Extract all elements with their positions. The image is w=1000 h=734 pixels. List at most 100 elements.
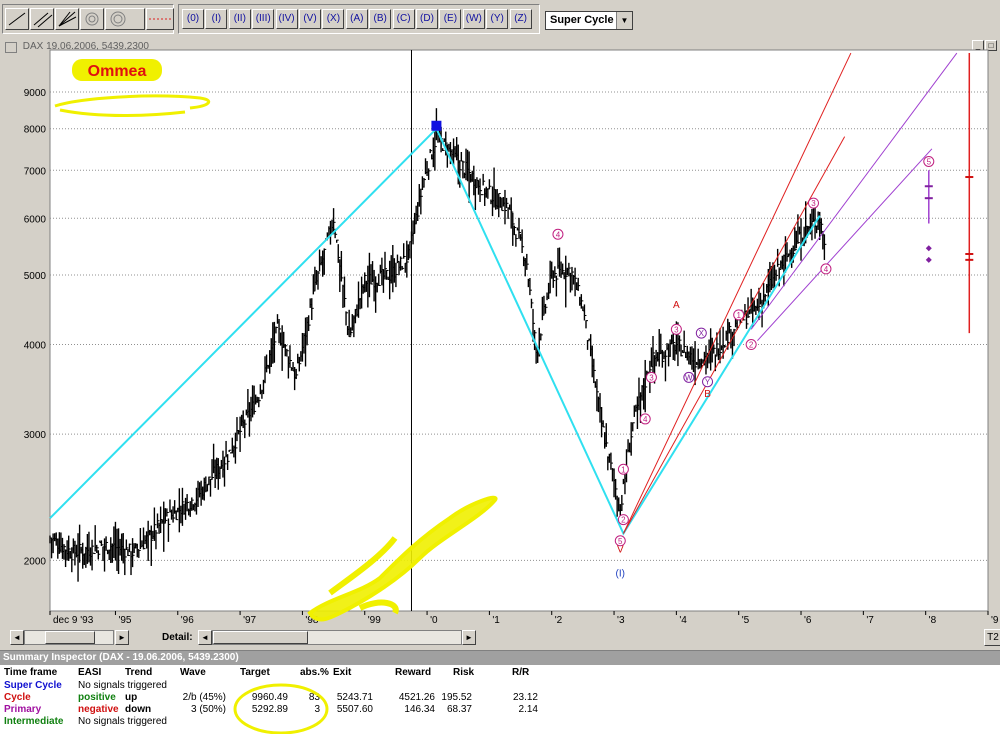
- spiral-icon: [110, 11, 126, 27]
- summary-cell-risk: 68.37: [446, 704, 472, 715]
- t2-button[interactable]: T2: [984, 629, 1000, 646]
- wave-label-text: 4: [643, 415, 648, 424]
- summary-cell-target: 9960.49: [251, 692, 288, 703]
- summary-header: Exit: [333, 667, 352, 678]
- summary-cell-rr: 23.12: [512, 692, 538, 703]
- price-chart[interactable]: 2000 3000 4000 5000 6000 7000 8000 9000 dec 9 '9…: [0, 38, 1000, 628]
- time-scrollbar-thumb[interactable]: [45, 631, 95, 644]
- summary-header: Wave: [180, 667, 206, 678]
- summary-header: Time frame: [4, 667, 58, 678]
- y-tick-label: 6000: [24, 214, 47, 225]
- x-tick-label: '3: [617, 615, 625, 626]
- wave-label-text: Y: [705, 378, 711, 387]
- x-tick-label: '97: [243, 615, 256, 626]
- summary-inspector-title: Summary Inspector (DAX - 19.06.2006, 543…: [0, 651, 1000, 665]
- timeframe-select[interactable]: Super Cycle ▼: [545, 11, 633, 30]
- scroll-row: ◄ ► Detail: ◄ ► T2: [0, 628, 1000, 646]
- wave-button-12[interactable]: (W): [462, 9, 485, 29]
- summary-cell-wave: 3 (50%): [190, 704, 226, 715]
- wave-button-5[interactable]: (V): [299, 9, 321, 29]
- wave-button-9[interactable]: (C): [392, 9, 415, 29]
- summary-cell-timeframe: Super Cycle: [4, 680, 62, 691]
- x-tick-label: '95: [118, 615, 131, 626]
- fan-icon: [58, 11, 77, 27]
- parallel-lines-tool-button[interactable]: [30, 8, 54, 30]
- wave-button-7[interactable]: (A): [345, 9, 368, 29]
- toolbar: (0) (I) (II) (III) (IV) (V) (X) (A) (B) (C) (D) (E)…: [0, 0, 1000, 39]
- wave-text-label: B: [704, 389, 711, 400]
- spiral-tool-button[interactable]: [105, 8, 145, 30]
- annotation-text: Ommea: [88, 63, 147, 80]
- wave-label-text: 4: [824, 265, 829, 274]
- wave-button-0[interactable]: (0): [182, 9, 204, 29]
- x-tick-label: dec 9 '93: [53, 615, 94, 626]
- summary-cell-easi: No signals triggered: [78, 680, 167, 691]
- fan-tool-button[interactable]: [55, 8, 79, 30]
- dotted-line-tool-button[interactable]: [146, 8, 174, 30]
- detail-scrollbar-thumb[interactable]: [213, 631, 308, 644]
- wave-label-text: 3: [811, 199, 816, 208]
- summary-cell-risk: 195.52: [441, 692, 472, 703]
- wave-label-text: 4: [556, 230, 561, 239]
- wave-button-6[interactable]: (X): [322, 9, 345, 29]
- wave-button-8[interactable]: (B): [369, 9, 392, 29]
- x-tick-label: '0: [430, 615, 438, 626]
- summary-inspector: Summary Inspector (DAX - 19.06.2006, 543…: [0, 650, 1000, 734]
- circle-tool-button[interactable]: [80, 8, 104, 30]
- detail-right-arrow[interactable]: ►: [462, 630, 476, 645]
- x-tick-label: '5: [742, 615, 750, 626]
- y-tick-label: 5000: [24, 271, 47, 282]
- x-tick-label: '1: [492, 615, 500, 626]
- dotted-line-icon: [149, 18, 171, 20]
- summary-header: R/R: [512, 667, 530, 678]
- top-marker[interactable]: [431, 120, 442, 131]
- summary-cell-timeframe: Intermediate: [4, 716, 64, 727]
- summary-cell-wave: 2/b (45%): [182, 692, 226, 703]
- scroll-right-arrow[interactable]: ►: [115, 630, 129, 645]
- summary-cell-rr: 2.14: [518, 704, 538, 715]
- summary-cell-abs: 3: [314, 704, 320, 715]
- circle-icon: [85, 12, 99, 26]
- y-tick-label: 4000: [24, 341, 47, 352]
- x-tick-label: '6: [804, 615, 812, 626]
- summary-cell-abs: 83: [308, 692, 320, 703]
- wave-label-text: 1: [736, 311, 741, 320]
- summary-header: EASI: [78, 667, 102, 678]
- line-icon: [8, 12, 26, 26]
- x-tick-label: '96: [181, 615, 194, 626]
- summary-cell-easi: No signals triggered: [78, 716, 167, 727]
- summary-header: Risk: [453, 667, 475, 678]
- chevron-down-icon[interactable]: ▼: [616, 12, 632, 29]
- summary-cell-reward: 4521.26: [398, 692, 435, 703]
- scroll-left-arrow[interactable]: ◄: [10, 630, 24, 645]
- summary-header: Reward: [395, 667, 432, 678]
- x-tick-label: '2: [555, 615, 563, 626]
- y-tick-label: 9000: [24, 88, 47, 99]
- wave-button-1[interactable]: (I): [205, 9, 228, 29]
- y-tick-label: 8000: [24, 125, 47, 136]
- wave-button-13[interactable]: (Y): [486, 9, 509, 29]
- summary-header: Target: [240, 667, 270, 678]
- wave-button-3[interactable]: (III): [252, 9, 275, 29]
- summary-cell-easi: positive: [78, 692, 116, 703]
- line-tool-button[interactable]: [5, 8, 29, 30]
- wave-label-text: X: [699, 329, 705, 338]
- wave-label-text: 5: [927, 158, 932, 167]
- detail-left-arrow[interactable]: ◄: [198, 630, 212, 645]
- y-tick-label: 7000: [24, 166, 47, 177]
- summary-header: Trend: [125, 667, 153, 678]
- wave-button-10[interactable]: (D): [416, 9, 438, 29]
- time-scrollbar[interactable]: [24, 630, 114, 645]
- wave-label-text: 2: [621, 516, 626, 525]
- wave-label-text: 3: [649, 373, 654, 382]
- wave-label-text: 2: [749, 341, 754, 350]
- wave-button-11[interactable]: (E): [439, 9, 462, 29]
- wave-button-4[interactable]: (IV): [275, 9, 298, 29]
- wave-button-14[interactable]: (Z): [509, 9, 532, 29]
- wave-label-text: 1: [621, 465, 626, 474]
- y-tick-label: 3000: [24, 430, 47, 441]
- wave-button-2[interactable]: (II): [228, 9, 251, 29]
- x-tick-label: '8: [929, 615, 937, 626]
- wave-text-label: V: [617, 545, 624, 556]
- detail-scrollbar[interactable]: [212, 630, 462, 645]
